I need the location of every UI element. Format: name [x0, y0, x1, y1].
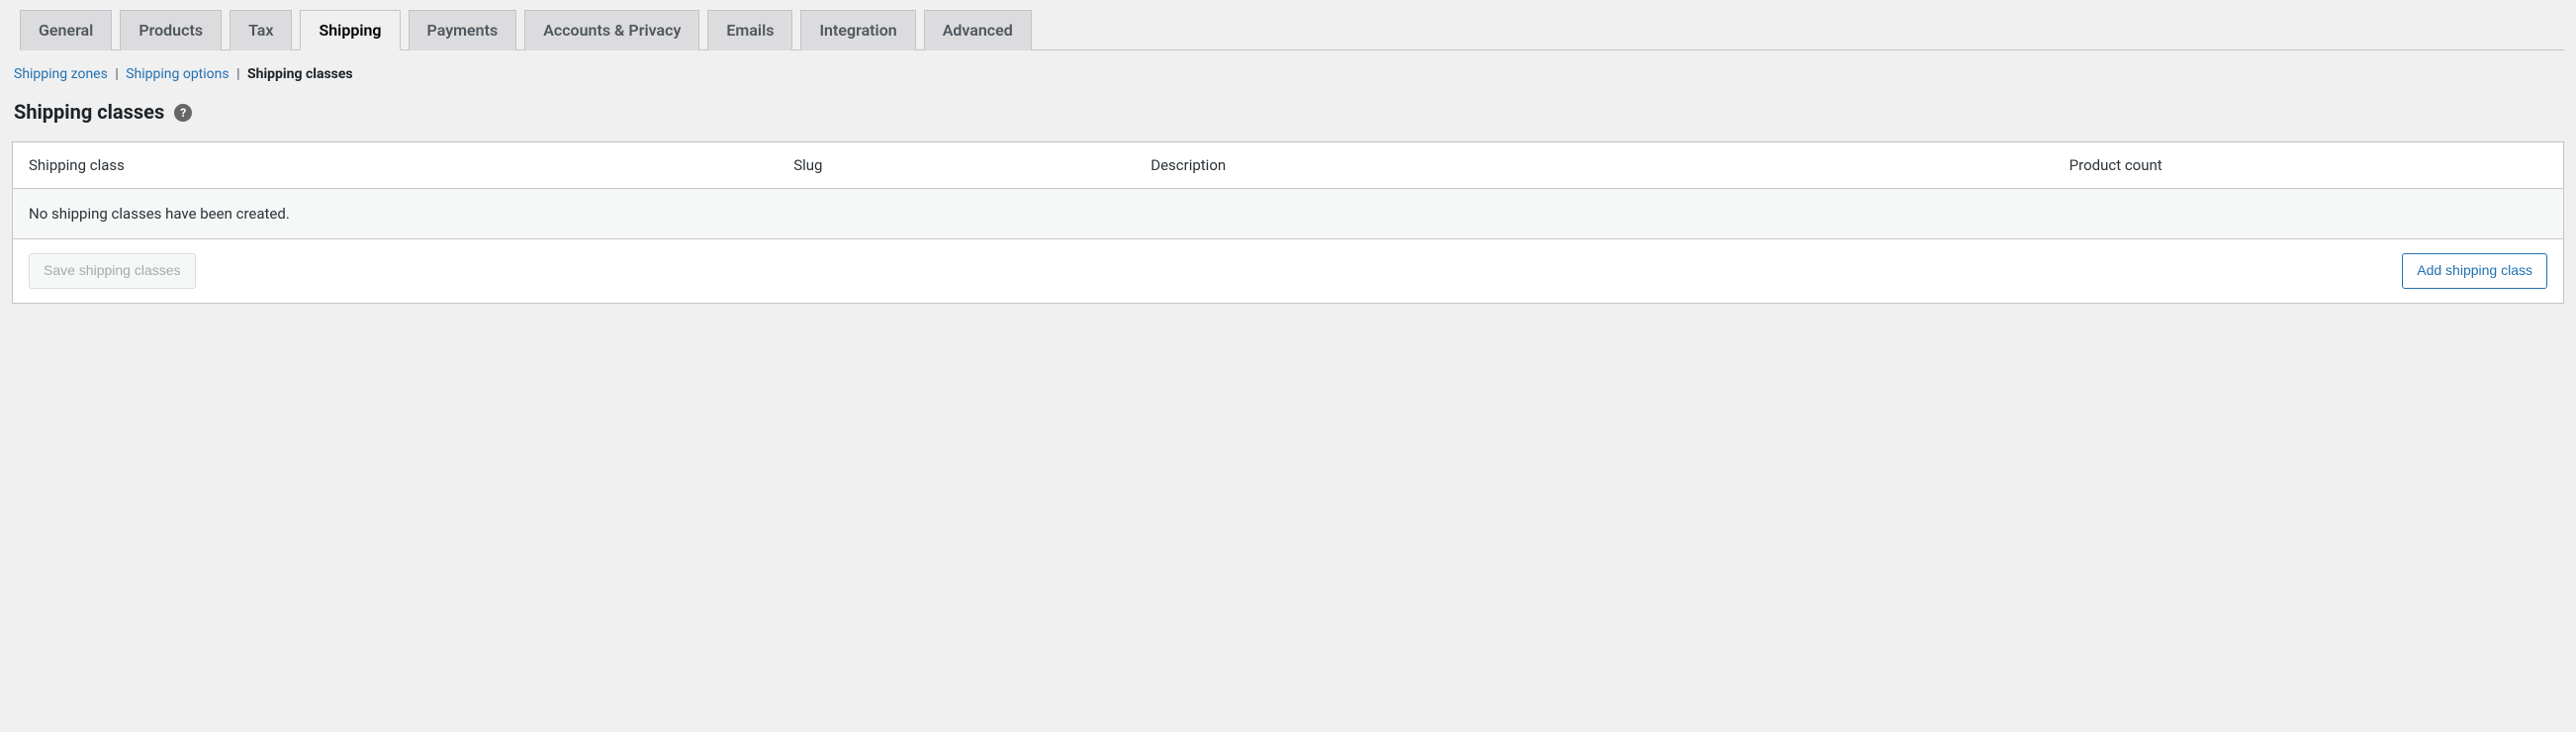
- column-header-shipping-class: Shipping class: [13, 142, 779, 189]
- tab-advanced[interactable]: Advanced: [924, 10, 1032, 50]
- empty-state-message: No shipping classes have been created.: [13, 189, 2564, 239]
- tab-emails[interactable]: Emails: [707, 10, 792, 50]
- shipping-classes-table: Shipping class Slug Description Product …: [12, 141, 2564, 304]
- separator: |: [236, 66, 239, 82]
- tab-general[interactable]: General: [20, 10, 112, 50]
- separator: |: [115, 66, 118, 82]
- subnav-shipping-zones[interactable]: Shipping zones: [14, 66, 108, 82]
- page-title: Shipping classes: [14, 100, 164, 124]
- tab-shipping[interactable]: Shipping: [300, 10, 400, 50]
- shipping-subnav: Shipping zones | Shipping options | Ship…: [14, 66, 2564, 82]
- column-header-product-count: Product count: [2054, 142, 2564, 189]
- tab-integration[interactable]: Integration: [800, 10, 915, 50]
- add-shipping-class-button[interactable]: Add shipping class: [2402, 253, 2547, 289]
- help-icon[interactable]: ?: [174, 104, 192, 122]
- tab-accounts-privacy[interactable]: Accounts & Privacy: [524, 10, 699, 50]
- column-header-slug: Slug: [778, 142, 1135, 189]
- tab-products[interactable]: Products: [120, 10, 222, 50]
- column-header-description: Description: [1135, 142, 2053, 189]
- tab-payments[interactable]: Payments: [409, 10, 517, 50]
- settings-tabs: General Products Tax Shipping Payments A…: [20, 0, 2564, 50]
- subnav-shipping-classes: Shipping classes: [247, 66, 353, 82]
- subnav-shipping-options[interactable]: Shipping options: [126, 66, 229, 82]
- tab-tax[interactable]: Tax: [230, 10, 292, 50]
- save-shipping-classes-button: Save shipping classes: [29, 253, 196, 289]
